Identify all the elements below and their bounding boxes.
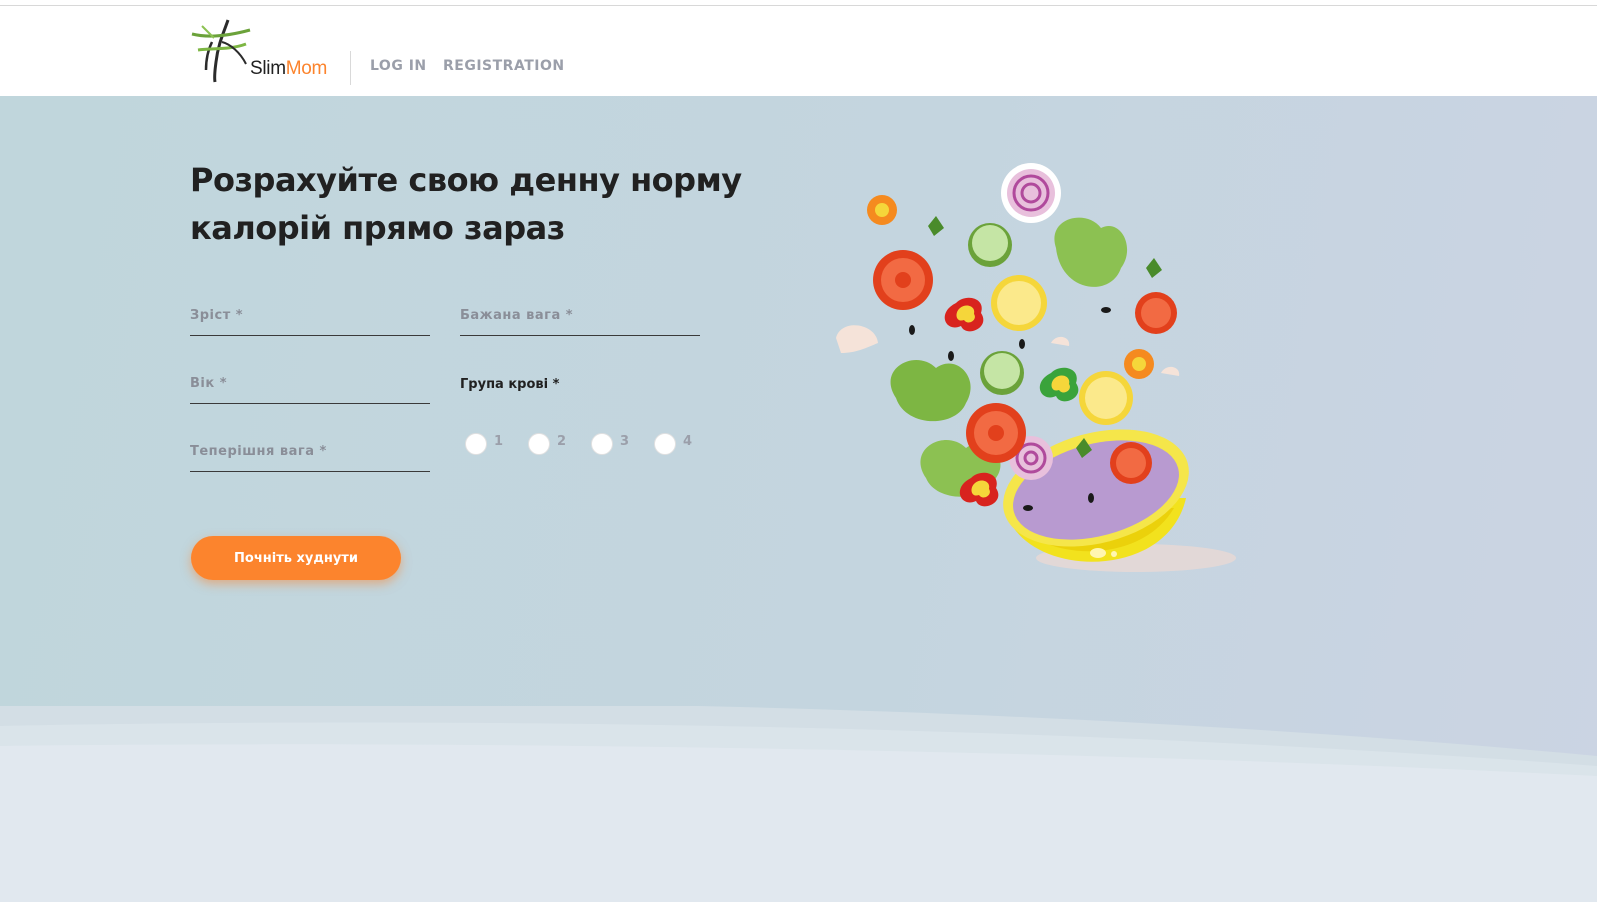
age-input[interactable] [190, 364, 430, 402]
logo-mom: Mom [285, 58, 328, 79]
radio-circle[interactable] [654, 433, 676, 455]
start-losing-weight-button[interactable]: Почніть худнути [191, 536, 401, 580]
salad-bowl-illustration [836, 163, 1236, 572]
slimmom-logo-icon [191, 19, 251, 83]
radio-label: 1 [494, 433, 504, 449]
blood-group-radio-3[interactable]: 3 [591, 433, 629, 455]
nav-registration-link[interactable]: REGISTRATION [443, 58, 565, 74]
header: SlimMom LOG IN REGISTRATION [0, 6, 1597, 96]
header-divider [350, 51, 351, 85]
radio-circle[interactable] [528, 433, 550, 455]
blood-group-radio-4[interactable]: 4 [654, 433, 692, 455]
page-title: Розрахуйте свою денну норму калорій прям… [190, 161, 742, 247]
current-weight-input[interactable] [190, 432, 430, 470]
slimmom-logo[interactable]: SlimMom [188, 14, 333, 84]
desired-weight-field-wrapper [460, 296, 700, 336]
nav-login-link[interactable]: LOG IN [370, 58, 427, 74]
background-wave [0, 706, 1597, 902]
blood-group-radio-2[interactable]: 2 [528, 433, 566, 455]
radio-label: 2 [557, 433, 567, 449]
logo-slim: Slim [250, 58, 286, 79]
age-field-wrapper [190, 364, 430, 404]
radio-circle[interactable] [591, 433, 613, 455]
radio-circle[interactable] [465, 433, 487, 455]
current-weight-field-wrapper [190, 432, 430, 472]
radio-label: 4 [683, 433, 693, 449]
height-field-wrapper [190, 296, 430, 336]
height-input[interactable] [190, 296, 430, 334]
blood-group-label: Група крові * [460, 377, 560, 392]
radio-label: 3 [620, 433, 630, 449]
main-section: Розрахуйте свою денну норму калорій прям… [0, 96, 1597, 902]
blood-group-radio-1[interactable]: 1 [465, 433, 503, 455]
desired-weight-input[interactable] [460, 296, 700, 334]
logo-text: SlimMom [250, 58, 327, 80]
